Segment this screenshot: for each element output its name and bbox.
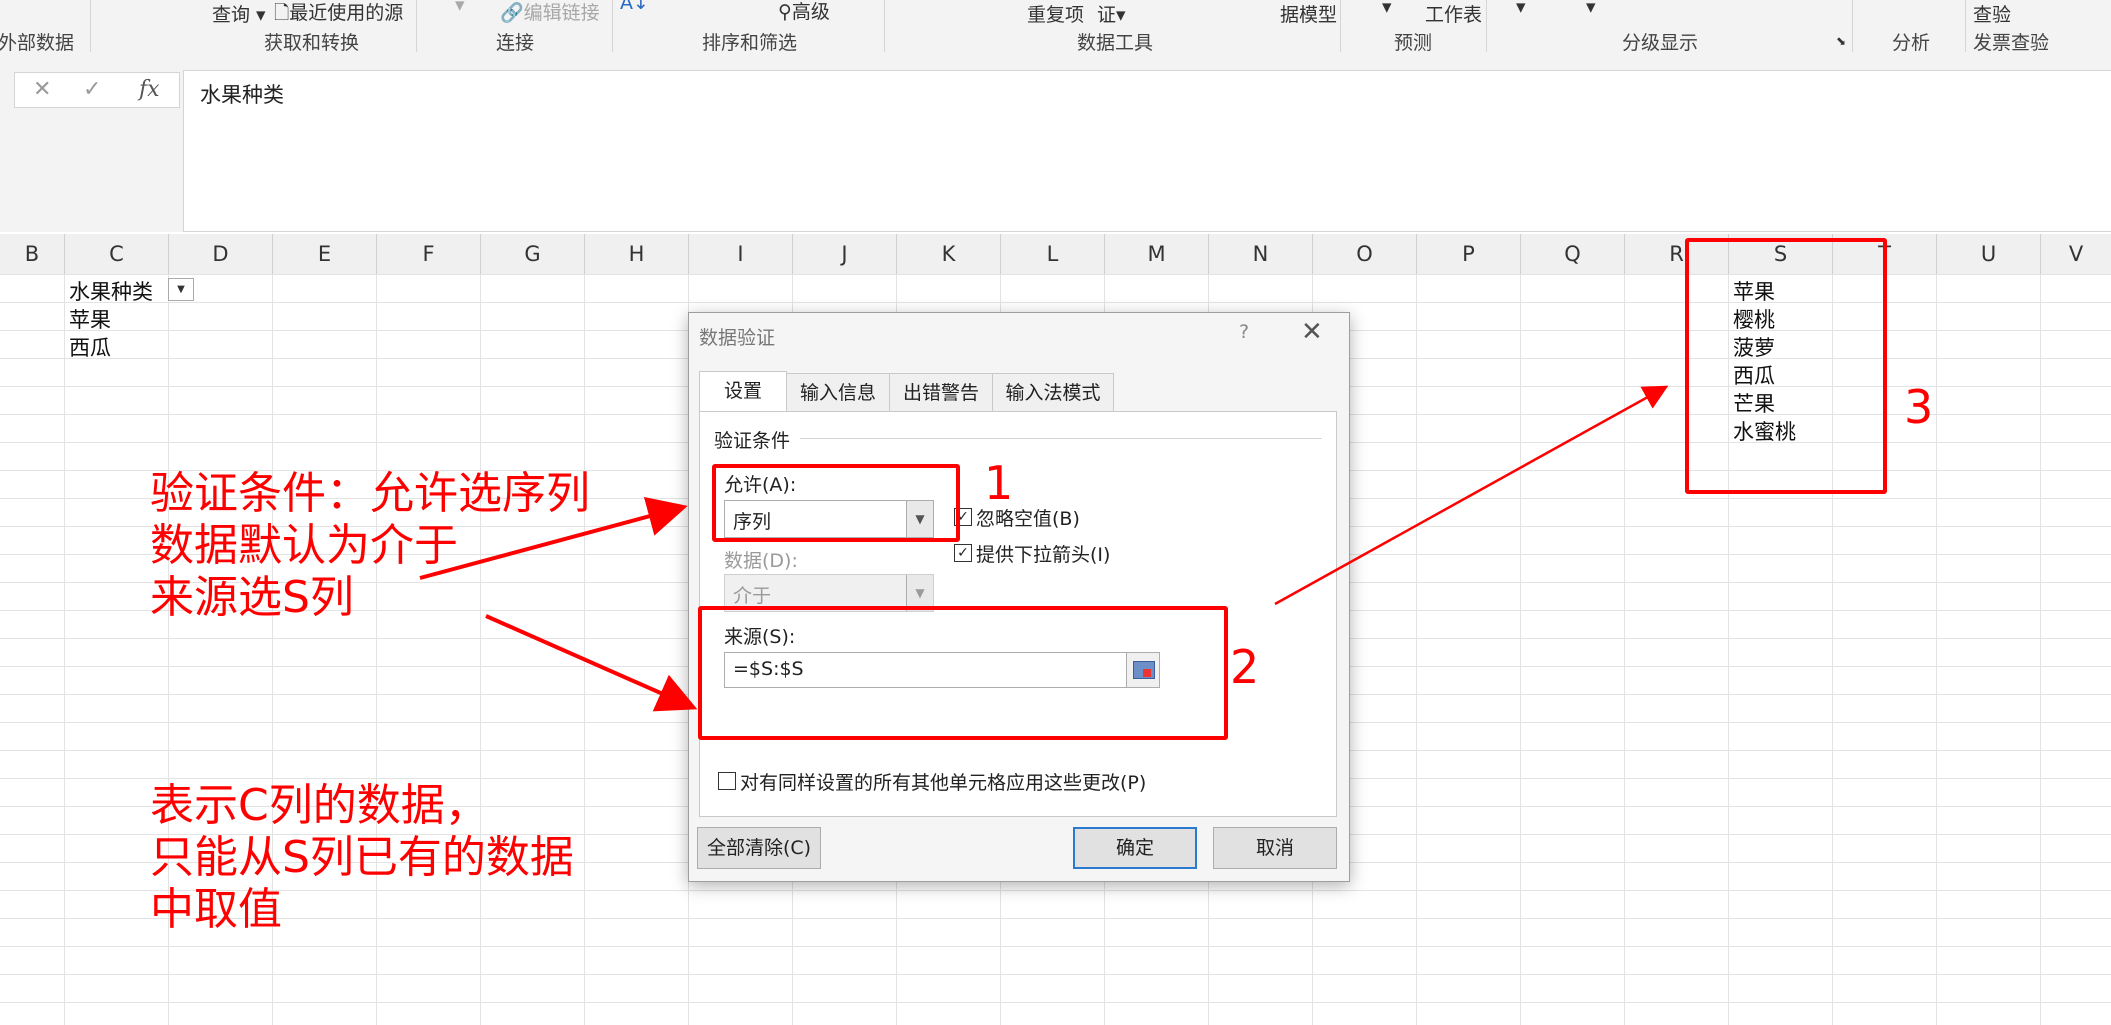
arrow-to-allow	[419, 497, 688, 580]
annotation-arrows	[419, 385, 1669, 712]
arrow-to-source	[485, 614, 698, 712]
arrow-to-column-s	[1274, 385, 1669, 606]
